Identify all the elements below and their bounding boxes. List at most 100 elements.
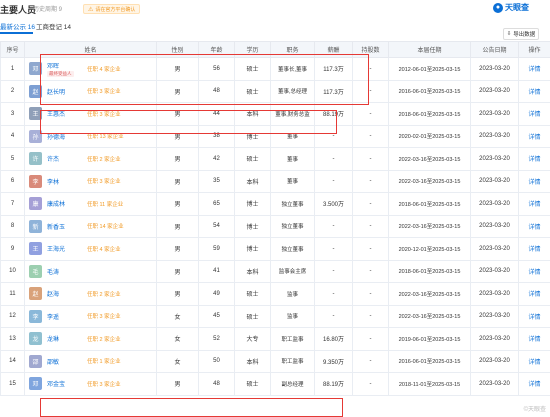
name-cell: 许许杰 任职 2 家企业 xyxy=(24,147,157,171)
person-name-link[interactable]: 龙琳 xyxy=(47,334,59,343)
row-no: 8 xyxy=(0,214,25,238)
history-link[interactable]: 历史周期 9 xyxy=(33,4,62,13)
avatar[interactable]: 毛 xyxy=(29,264,42,278)
person-name-link[interactable]: 邵敏 xyxy=(47,357,59,366)
person-name-link[interactable]: 王海光 xyxy=(47,244,65,253)
brand-name: 天眼查 xyxy=(505,3,529,12)
term: 2022-03-16至2025-03-15 xyxy=(388,147,471,171)
action-link[interactable]: 详情 xyxy=(518,79,550,103)
avatar[interactable]: 许 xyxy=(29,152,42,166)
age: 41 xyxy=(198,259,235,283)
shares: - xyxy=(352,327,389,351)
person-name-link[interactable]: 李林 xyxy=(47,177,59,186)
salary: 117.3万 xyxy=(314,79,353,103)
gender: 男 xyxy=(156,214,199,238)
row-no: 5 xyxy=(0,147,25,171)
salary: - xyxy=(314,304,353,328)
gender: 男 xyxy=(156,237,199,261)
avatar[interactable]: 王 xyxy=(29,107,42,121)
table-row: 4 孙孙德海 任职 13 家企业男 38 博士 董事 - -2020-02-01至2025-0… xyxy=(0,124,550,148)
affiliated-companies-link[interactable]: 任职 1 家企业 xyxy=(87,357,121,365)
term: 2018-06-01至2025-03-15 xyxy=(388,259,471,283)
action-link[interactable]: 详情 xyxy=(518,214,550,238)
affiliated-companies-link[interactable]: 任职 11 家企业 xyxy=(87,200,123,208)
affiliated-companies-link[interactable]: 任职 14 家企业 xyxy=(87,222,124,230)
affiliated-companies-link[interactable]: 任职 3 家企业 xyxy=(87,380,121,388)
action-link[interactable]: 详情 xyxy=(518,237,550,261)
affiliated-companies-link[interactable]: 任职 3 家企业 xyxy=(87,177,121,185)
action-link[interactable]: 详情 xyxy=(518,259,550,283)
age: 35 xyxy=(198,169,235,193)
tab-bar: 最新公示 16 工商登记 14 xyxy=(0,18,550,36)
affiliated-companies-link[interactable]: 任职 3 家企业 xyxy=(87,312,121,320)
person-name-link[interactable]: 王惠杰 xyxy=(47,109,65,118)
person-name-link[interactable]: 邓金宝 xyxy=(47,379,65,388)
action-link[interactable]: 详情 xyxy=(518,169,550,193)
person-name-link[interactable]: 毛涛 xyxy=(47,267,59,276)
announce-date: 2023-03-20 xyxy=(470,102,519,126)
action-link[interactable]: 详情 xyxy=(518,372,550,396)
avatar[interactable]: 新 xyxy=(29,219,42,233)
avatar[interactable]: 赵 xyxy=(29,84,42,98)
person-name-link[interactable]: 赵长明 xyxy=(47,87,65,96)
action-link[interactable]: 详情 xyxy=(518,124,550,148)
education: 硕士 xyxy=(234,282,271,306)
affiliated-companies-link[interactable]: 任职 2 家企业 xyxy=(87,335,121,343)
avatar[interactable]: 孙 xyxy=(29,129,42,143)
education: 硕士 xyxy=(234,372,271,396)
term: 2020-02-01至2025-03-15 xyxy=(388,124,471,148)
action-link[interactable]: 详情 xyxy=(518,102,550,126)
avatar[interactable]: 龙 xyxy=(29,332,42,346)
term: 2022-03-16至2025-03-15 xyxy=(388,214,471,238)
avatar[interactable]: 李 xyxy=(29,309,42,323)
education: 博士 xyxy=(234,237,271,261)
affiliated-companies-link[interactable]: 任职 3 家企业 xyxy=(87,110,121,118)
tab-latest[interactable]: 最新公示 16 xyxy=(0,21,35,31)
education: 大专 xyxy=(234,327,271,351)
avatar[interactable]: 邓 xyxy=(29,62,42,76)
position: 董事 xyxy=(270,124,315,148)
avatar[interactable]: 邵 xyxy=(29,354,42,368)
avatar[interactable]: 康 xyxy=(29,197,42,211)
person-name-link[interactable]: 赵海 xyxy=(47,289,59,298)
gender: 女 xyxy=(156,327,199,351)
page-title: 主要人员 xyxy=(0,5,37,15)
shares: - xyxy=(352,169,389,193)
affiliated-companies-link[interactable]: 任职 4 家企业 xyxy=(87,245,121,253)
action-link[interactable]: 详情 xyxy=(518,349,550,373)
person-name-link[interactable]: 李遥 xyxy=(47,312,59,321)
tab-registration[interactable]: 工商登记 14 xyxy=(36,21,71,31)
affiliated-companies-link[interactable]: 任职 13 家企业 xyxy=(87,132,124,140)
action-link[interactable]: 详情 xyxy=(518,57,550,81)
table-row: 2 赵赵长明 任职 3 家企业 男 48 硕士 董事,总经理 117.3万 -2016-06-0… xyxy=(0,79,550,103)
education: 博士 xyxy=(234,124,271,148)
person-name-link[interactable]: 邓晖 xyxy=(47,61,59,70)
affiliated-companies-link[interactable]: 任职 2 家企业 xyxy=(87,155,121,163)
affiliated-companies-link[interactable]: 任职 4 家企业 xyxy=(87,65,121,73)
person-name-link[interactable]: 许杰 xyxy=(47,154,59,163)
person-name-link[interactable]: 新香玉 xyxy=(47,222,65,231)
action-link[interactable]: 详情 xyxy=(518,327,550,351)
person-name-link[interactable]: 康成林 xyxy=(47,199,65,208)
education: 本科 xyxy=(234,169,271,193)
person-name-link[interactable]: 孙德海 xyxy=(47,132,65,141)
affiliated-companies-link[interactable]: 任职 3 家企业 xyxy=(87,87,121,95)
avatar[interactable]: 王 xyxy=(29,242,42,256)
action-link[interactable]: 详情 xyxy=(518,282,550,306)
avatar[interactable]: 李 xyxy=(29,174,42,188)
avatar[interactable]: 邓 xyxy=(29,377,42,391)
action-link[interactable]: 详情 xyxy=(518,147,550,171)
education: 本科 xyxy=(234,102,271,126)
action-link[interactable]: 详情 xyxy=(518,192,550,216)
age: 54 xyxy=(198,214,235,238)
avatar[interactable]: 赵 xyxy=(29,287,42,301)
name-cell: 邵邵敏 任职 1 家企业 xyxy=(24,349,157,373)
age: 56 xyxy=(198,57,235,81)
action-link[interactable]: 详情 xyxy=(518,304,550,328)
name-cell: 王王惠杰 任职 3 家企业 xyxy=(24,102,157,126)
age: 49 xyxy=(198,282,235,306)
position: 监事 xyxy=(270,304,315,328)
col-position: 职务 xyxy=(270,41,315,58)
export-button[interactable]: ⇩ 导出数据 xyxy=(503,28,539,40)
affiliated-companies-link[interactable]: 任职 2 家企业 xyxy=(87,290,121,298)
